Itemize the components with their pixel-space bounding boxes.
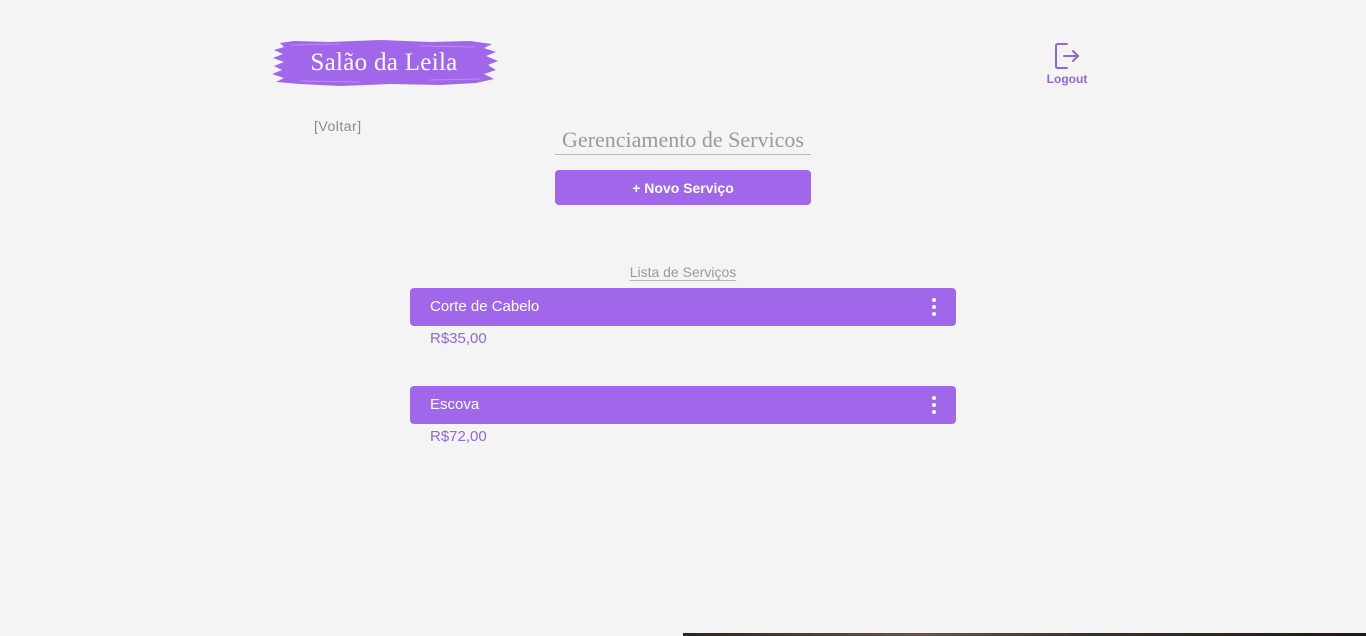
service-price: R$72,00 xyxy=(430,428,487,445)
logout-icon xyxy=(1055,43,1079,69)
service-list-title: Lista de Serviços xyxy=(629,264,737,280)
kebab-menu-icon[interactable] xyxy=(928,297,940,317)
service-list: Corte de Cabelo R$35,00 Escova R$72,00 xyxy=(410,288,956,484)
list-item: Corte de Cabelo R$35,00 xyxy=(410,288,956,386)
logo-text: Salão da Leila xyxy=(310,49,458,76)
back-link[interactable]: [Voltar] xyxy=(314,118,362,134)
logo: Salão da Leila xyxy=(270,38,498,88)
service-price: R$35,00 xyxy=(430,330,487,347)
logout-button[interactable]: Logout xyxy=(1040,40,1094,90)
service-name: Escova xyxy=(430,396,480,413)
service-list-heading: Lista de Serviços xyxy=(410,264,956,282)
page-title: Gerenciamento de Servicos xyxy=(555,126,811,155)
service-bar[interactable]: Escova xyxy=(410,386,956,424)
kebab-menu-icon[interactable] xyxy=(928,395,940,415)
logout-label: Logout xyxy=(1046,72,1088,86)
service-bar[interactable]: Corte de Cabelo xyxy=(410,288,956,326)
service-name: Corte de Cabelo xyxy=(430,298,540,315)
new-service-button[interactable]: + Novo Serviço xyxy=(555,170,811,205)
list-item: Escova R$72,00 xyxy=(410,386,956,484)
